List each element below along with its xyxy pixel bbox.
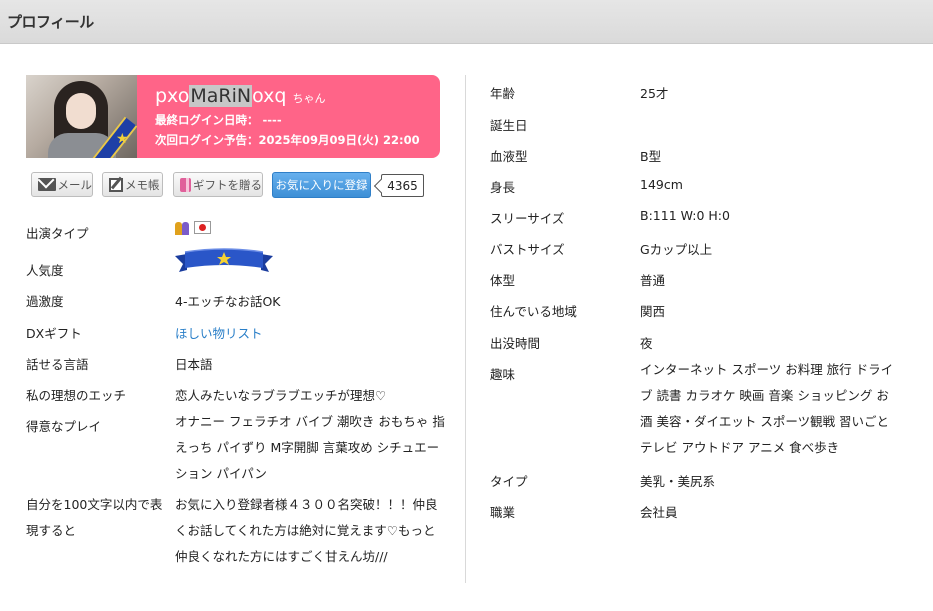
value-age: 25才 — [640, 86, 669, 101]
label-measurements: スリーサイズ — [490, 211, 565, 226]
value-favorite-play: オナニー フェラチオ バイブ 潮吹き おもちゃ 指えっち パイずり M字開脚 言… — [175, 414, 445, 481]
label-region: 住んでいる地域 — [490, 304, 577, 319]
value-blood-type: B型 — [640, 149, 662, 164]
label-languages: 話せる言語 — [26, 357, 89, 372]
favorite-button[interactable]: お気に入りに登録 — [272, 172, 371, 198]
value-intensity: 4-エッチなお話OK — [175, 294, 281, 309]
gift-button[interactable]: ギフトを贈る — [173, 172, 263, 197]
appearance-type-icons — [175, 220, 211, 235]
label-type: タイプ — [490, 474, 528, 489]
label-ideal: 私の理想のエッチ — [26, 388, 127, 403]
label-birthday: 誕生日 — [490, 118, 528, 133]
wishlist-link[interactable]: ほしい物リスト — [175, 323, 263, 342]
page-title: プロフィール — [7, 13, 94, 31]
value-measurements: B:111 W:0 H:0 — [640, 208, 730, 223]
label-age: 年齢 — [490, 86, 516, 101]
couple-icon — [175, 220, 191, 235]
label-appearance-type: 出演タイプ — [26, 226, 89, 241]
value-region: 関西 — [640, 304, 666, 319]
label-blood-type: 血液型 — [490, 149, 528, 164]
value-occupation: 会社員 — [640, 505, 678, 520]
japan-flag-icon — [194, 221, 211, 234]
profile-name: pxoMaRiNoxq ちゃん — [155, 85, 326, 107]
value-languages: 日本語 — [175, 357, 213, 372]
label-height: 身長 — [490, 180, 516, 195]
label-active-time: 出没時間 — [490, 336, 541, 351]
value-body-type: 普通 — [640, 273, 666, 288]
gift-icon — [180, 177, 191, 192]
label-dx-gift: DXギフト — [26, 326, 82, 341]
memo-icon — [109, 177, 123, 192]
label-intensity: 過激度 — [26, 294, 64, 309]
value-type: 美乳・美尻系 — [640, 474, 716, 489]
label-body-type: 体型 — [490, 273, 516, 288]
value-self-intro: お気に入り登録者様４３００名突破！！！仲良くお話してくれた方は絶対に覚えます♡も… — [175, 497, 438, 564]
favorite-count: 4365 — [381, 174, 424, 197]
label-occupation: 職業 — [490, 505, 516, 520]
avatar[interactable]: ★ — [26, 75, 137, 158]
label-hobbies: 趣味 — [490, 367, 516, 382]
memo-button[interactable]: メモ帳 — [102, 172, 163, 197]
value-ideal: 恋人みたいなラブラブエッチが理想♡ — [175, 388, 387, 403]
profile-card: ★ pxoMaRiNoxq ちゃん 最終ログイン日時： ---- 次回ログイン予告… — [26, 75, 440, 158]
mail-button[interactable]: メール — [31, 172, 93, 197]
honorific: ちゃん — [292, 92, 326, 105]
label-bust-size: バストサイズ — [490, 242, 565, 257]
label-self-intro: 自分を100文字以内で表現すると — [26, 497, 163, 538]
ribbon-star-icon — [175, 248, 273, 272]
column-divider — [465, 75, 466, 583]
label-favorite-play: 得意なプレイ — [26, 419, 102, 434]
mail-icon — [38, 178, 56, 191]
value-active-time: 夜 — [640, 336, 653, 351]
label-popularity: 人気度 — [26, 263, 64, 278]
value-height: 149cm — [640, 177, 683, 192]
last-login: 最終ログイン日時： ---- — [155, 113, 282, 127]
value-hobbies: インターネット スポーツ お料理 旅行 ドライブ 読書 カラオケ 映画 音楽 シ… — [640, 362, 894, 455]
next-login: 次回ログイン予告：2025年09月09日(火) 22:00 — [155, 133, 420, 147]
page-header: プロフィール — [0, 0, 933, 44]
value-bust-size: Gカップ以上 — [640, 242, 713, 257]
